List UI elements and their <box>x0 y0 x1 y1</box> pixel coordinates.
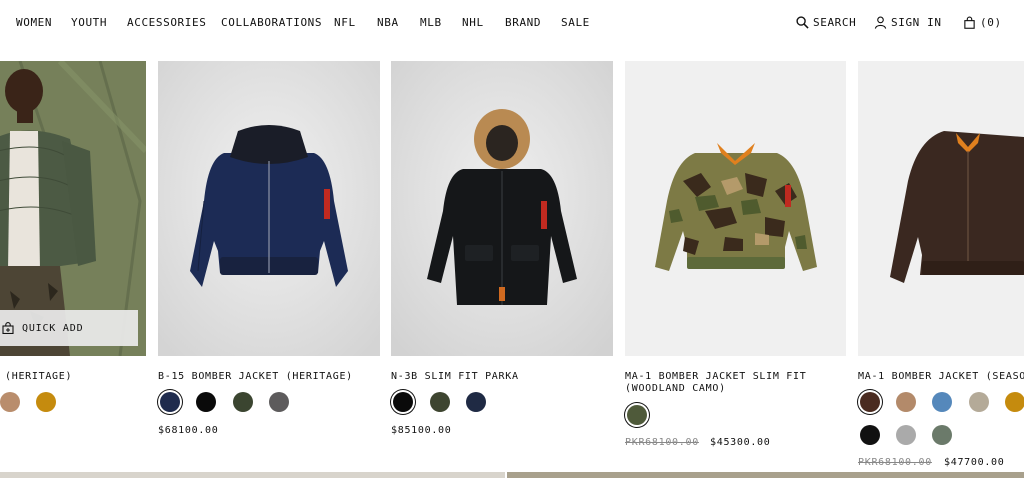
sign-in-button[interactable]: SIGN IN <box>874 16 942 29</box>
nav-youth[interactable]: YOUTH <box>71 16 107 29</box>
color-swatch[interactable] <box>430 392 450 412</box>
nav-nhl[interactable]: NHL <box>462 16 484 29</box>
color-swatch[interactable] <box>393 392 413 412</box>
color-swatch[interactable] <box>0 392 20 412</box>
color-swatch[interactable] <box>466 392 486 412</box>
product-image-ma1-seasonal[interactable] <box>858 61 1024 356</box>
quick-add-button[interactable]: QUICK ADD <box>0 310 138 346</box>
product-title[interactable]: N-3B SLIM FIT PARKA <box>391 371 519 383</box>
bag-button[interactable]: (0) <box>963 16 1002 29</box>
product-price: $68100.00 <box>158 425 219 436</box>
product-price: $47700.00 <box>944 457 1005 468</box>
color-swatch[interactable] <box>36 392 56 412</box>
bag-plus-icon <box>2 322 14 334</box>
search-label: SEARCH <box>813 16 857 29</box>
product-price: $85100.00 <box>391 425 452 436</box>
product-old-price: PKR68100.00 <box>625 437 699 448</box>
user-icon <box>874 16 887 29</box>
nav-accessories[interactable]: ACCESSORIES <box>127 16 206 29</box>
product-image-ma1-camo[interactable] <box>625 61 846 356</box>
next-row-image <box>0 472 505 478</box>
color-swatch[interactable] <box>196 392 216 412</box>
color-swatch[interactable] <box>1005 392 1024 412</box>
search-icon <box>796 16 809 29</box>
nav-nfl[interactable]: NFL <box>334 16 356 29</box>
product-image-b15[interactable] <box>158 61 380 356</box>
nav-collaborations[interactable]: COLLABORATIONS <box>221 16 322 29</box>
color-swatch[interactable] <box>269 392 289 412</box>
color-swatch[interactable] <box>932 392 952 412</box>
color-swatch[interactable] <box>860 392 880 412</box>
top-navigation: WOMEN YOUTH ACCESSORIES COLLABORATIONS N… <box>0 0 1024 46</box>
sign-in-label: SIGN IN <box>891 16 942 29</box>
color-swatch[interactable] <box>160 392 180 412</box>
product-title[interactable]: (HERITAGE) <box>5 371 72 383</box>
search-button[interactable]: SEARCH <box>796 16 856 29</box>
next-row-image <box>507 472 1024 478</box>
product-title[interactable]: MA-1 BOMBER JACKET (SEASONAL <box>858 371 1024 383</box>
product-image-n3b[interactable] <box>391 61 613 356</box>
color-swatch[interactable] <box>860 425 880 445</box>
product-title-line-2[interactable]: (WOODLAND CAMO) <box>625 383 726 395</box>
product-old-price: PKR68100.00 <box>858 457 932 468</box>
bag-icon <box>964 16 975 29</box>
color-swatch[interactable] <box>969 392 989 412</box>
product-title[interactable]: B-15 BOMBER JACKET (HERITAGE) <box>158 371 353 383</box>
color-swatch[interactable] <box>932 425 952 445</box>
bag-count: (0) <box>980 16 1002 29</box>
product-price: $45300.00 <box>710 437 771 448</box>
quick-add-label: QUICK ADD <box>22 322 84 334</box>
nav-brand[interactable]: BRAND <box>505 16 541 29</box>
color-swatch[interactable] <box>896 392 916 412</box>
nav-sale[interactable]: SALE <box>561 16 590 29</box>
product-title-line-1[interactable]: MA-1 BOMBER JACKET SLIM FIT <box>625 371 806 383</box>
nav-women[interactable]: WOMEN <box>16 16 52 29</box>
color-swatch[interactable] <box>627 405 647 425</box>
color-swatch[interactable] <box>896 425 916 445</box>
color-swatch[interactable] <box>233 392 253 412</box>
nav-nba[interactable]: NBA <box>377 16 399 29</box>
nav-mlb[interactable]: MLB <box>420 16 442 29</box>
